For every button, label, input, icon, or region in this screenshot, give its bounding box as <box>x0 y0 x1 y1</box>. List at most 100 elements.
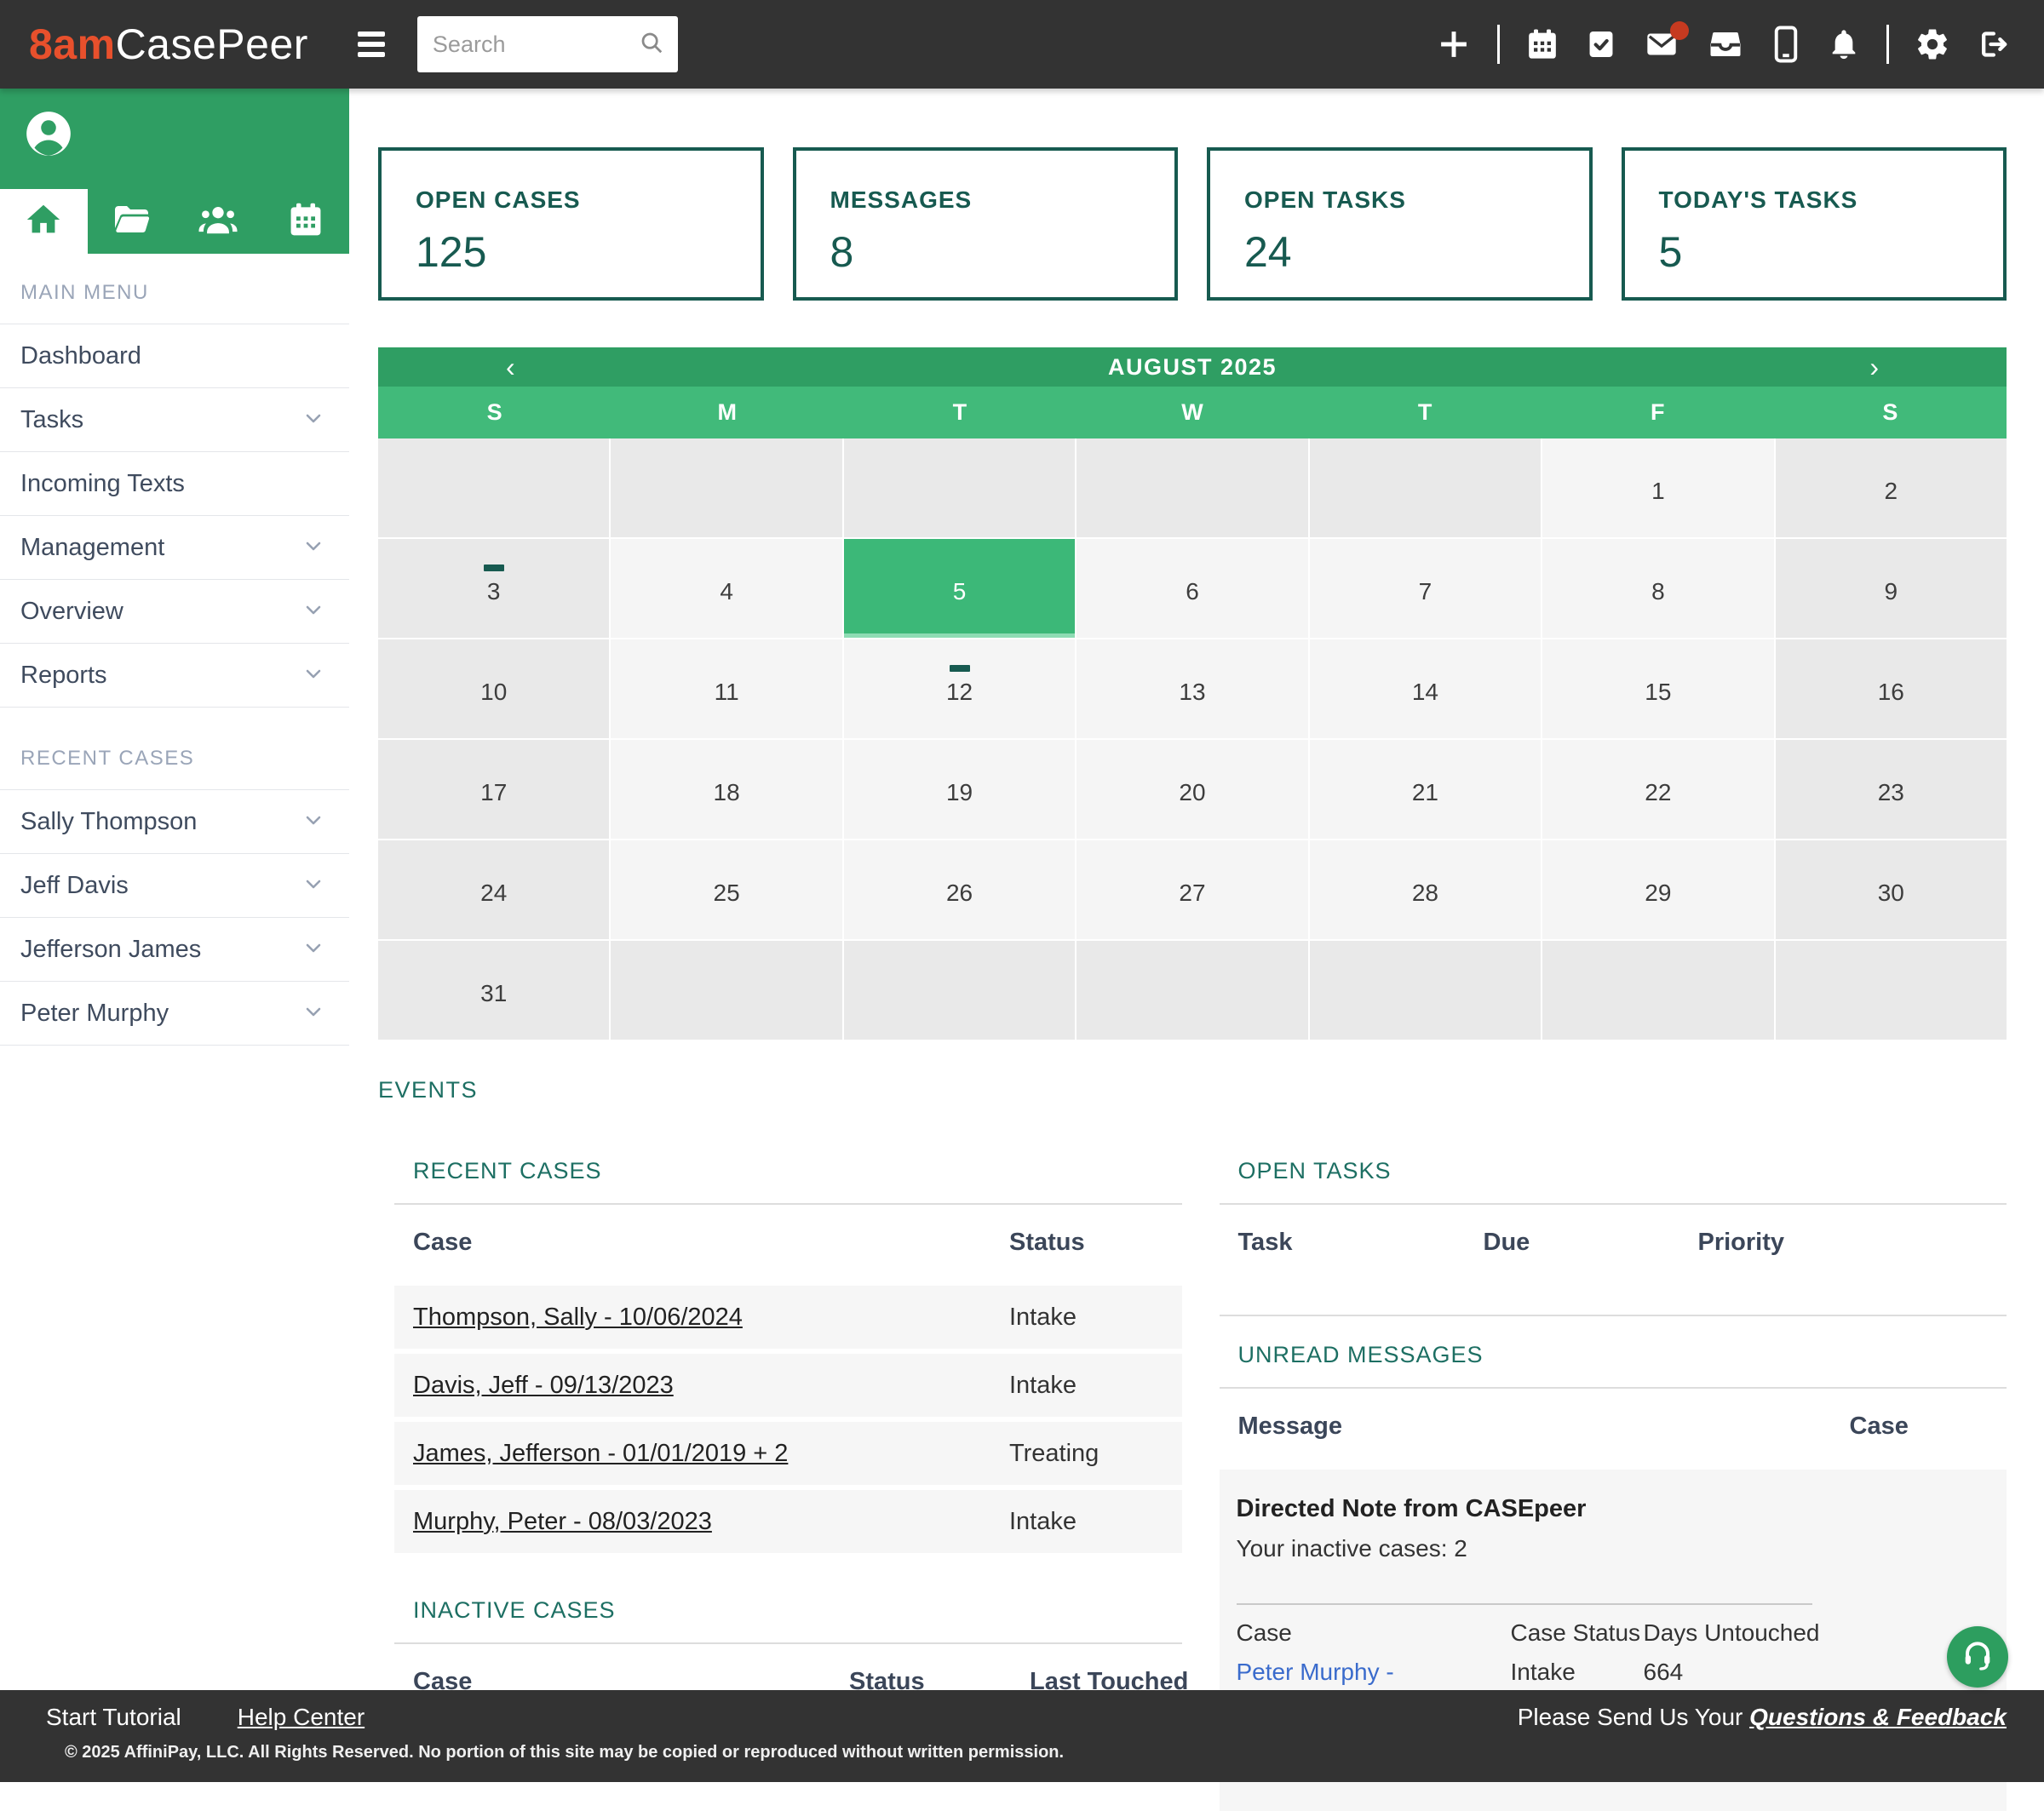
people-icon <box>197 198 239 245</box>
calendar-day-1[interactable]: 1 <box>1542 438 1773 537</box>
calendar-day-18[interactable]: 18 <box>611 740 841 839</box>
sidebar-case-peter-murphy[interactable]: Peter Murphy <box>0 982 349 1046</box>
calendar-day-12[interactable]: 12 <box>844 639 1075 738</box>
calendar-day-13[interactable]: 13 <box>1077 639 1307 738</box>
calendar-day-7[interactable]: 7 <box>1310 539 1541 638</box>
calendar-day-26[interactable]: 26 <box>844 840 1075 939</box>
mini-column-header-case: Case <box>1237 1613 1511 1653</box>
case-link[interactable]: Davis, Jeff - 09/13/2023 <box>413 1372 674 1399</box>
calendar-day-24[interactable]: 24 <box>378 840 609 939</box>
table-row: Thompson, Sally - 10/06/2024Intake <box>394 1286 1182 1349</box>
sidebar-item-label: Sally Thompson <box>20 808 303 836</box>
calendar-day-11[interactable]: 11 <box>611 639 841 738</box>
calendar-day-22[interactable]: 22 <box>1542 740 1773 839</box>
start-tutorial-link[interactable]: Start Tutorial <box>46 1704 181 1731</box>
case-link[interactable]: Thompson, Sally - 10/06/2024 <box>413 1304 743 1331</box>
case-cell: Murphy, Peter - 08/03/2023 <box>413 1508 1009 1536</box>
calendar-day-17[interactable]: 17 <box>378 740 609 839</box>
sidebar-item-dashboard[interactable]: Dashboard <box>0 324 349 388</box>
calendar-empty-cell <box>1077 941 1307 1040</box>
message-body: Your inactive cases: 2 <box>1237 1535 1990 1562</box>
bell-icon[interactable] <box>1827 27 1861 61</box>
hamburger-menu-icon[interactable] <box>358 26 385 62</box>
calendar-day-number: 15 <box>1645 679 1671 706</box>
inbox-icon[interactable] <box>1706 26 1745 62</box>
task-check-icon[interactable] <box>1585 28 1617 60</box>
calendar-day-27[interactable]: 27 <box>1077 840 1307 939</box>
search-input[interactable] <box>431 31 639 59</box>
app-logo[interactable]: 8amCasePeer <box>29 20 308 69</box>
support-chat-button[interactable] <box>1947 1626 2008 1688</box>
sidebar-case-sally-thompson[interactable]: Sally Thompson <box>0 789 349 854</box>
sidebar-item-management[interactable]: Management <box>0 516 349 580</box>
sidebar-case-jeff-davis[interactable]: Jeff Davis <box>0 854 349 918</box>
tab-home[interactable] <box>0 189 88 254</box>
calendar-day-20[interactable]: 20 <box>1077 740 1307 839</box>
column-header-case: Case <box>1850 1413 1909 1441</box>
calendar-day-5[interactable]: 5 <box>844 539 1075 638</box>
calendar-day-headers: SMTWTFS <box>378 387 2007 438</box>
column-header-status: Status <box>1009 1229 1085 1257</box>
search-box[interactable] <box>417 16 678 72</box>
calendar-day-23[interactable]: 23 <box>1776 740 2007 839</box>
status-cell: Intake <box>1009 1372 1077 1400</box>
calendar-day-2[interactable]: 2 <box>1776 438 2007 537</box>
stat-card-open-cases[interactable]: OPEN CASES125 <box>378 147 764 301</box>
case-link[interactable]: James, Jefferson - 01/01/2019 + 2 <box>413 1440 788 1467</box>
stat-card-open-tasks[interactable]: OPEN TASKS24 <box>1207 147 1593 301</box>
calendar-day-19[interactable]: 19 <box>844 740 1075 839</box>
tab-contacts[interactable] <box>175 189 262 254</box>
questions-feedback-link[interactable]: Questions & Feedback <box>1749 1704 2007 1730</box>
column-header-case: Case <box>413 1229 1009 1257</box>
calendar-day-21[interactable]: 21 <box>1310 740 1541 839</box>
plus-icon[interactable] <box>1436 26 1472 62</box>
recent-cases-table-header: CaseStatus <box>394 1205 1182 1286</box>
case-link[interactable]: Murphy, Peter - 08/03/2023 <box>413 1508 712 1535</box>
calendar-prev-icon[interactable]: ‹ <box>499 353 522 381</box>
tab-calendar[interactable] <box>262 189 350 254</box>
calendar-day-10[interactable]: 10 <box>378 639 609 738</box>
calendar-day-25[interactable]: 25 <box>611 840 841 939</box>
calendar-day-29[interactable]: 29 <box>1542 840 1773 939</box>
sidebar-item-label: Management <box>20 534 303 562</box>
chevron-down-icon <box>303 408 324 433</box>
sidebar-case-jefferson-james[interactable]: Jefferson James <box>0 918 349 982</box>
calendar-day-15[interactable]: 15 <box>1542 639 1773 738</box>
calendar-day-14[interactable]: 14 <box>1310 639 1541 738</box>
mail-icon[interactable] <box>1643 27 1680 61</box>
help-center-link[interactable]: Help Center <box>238 1704 365 1731</box>
calendar-day-9[interactable]: 9 <box>1776 539 2007 638</box>
calendar-icon <box>287 201 324 243</box>
sidebar-item-incoming-texts[interactable]: Incoming Texts <box>0 452 349 516</box>
sidebar-item-overview[interactable]: Overview <box>0 580 349 644</box>
calendar-day-3[interactable]: 3 <box>378 539 609 638</box>
logo-prefix: 8am <box>29 20 116 68</box>
calendar-day-number: 22 <box>1645 779 1671 806</box>
tab-cases[interactable] <box>88 189 175 254</box>
calendar-day-28[interactable]: 28 <box>1310 840 1541 939</box>
calendar-empty-cell <box>1077 438 1307 537</box>
user-avatar-icon[interactable] <box>22 107 75 160</box>
calendar-day-4[interactable]: 4 <box>611 539 841 638</box>
calendar-day-16[interactable]: 16 <box>1776 639 2007 738</box>
stat-card-messages[interactable]: MESSAGES8 <box>793 147 1179 301</box>
calendar-day-6[interactable]: 6 <box>1077 539 1307 638</box>
sidebar-item-tasks[interactable]: Tasks <box>0 388 349 452</box>
calendar-day-8[interactable]: 8 <box>1542 539 1773 638</box>
calendar-day-number: 7 <box>1419 578 1433 605</box>
sidebar-item-reports[interactable]: Reports <box>0 644 349 708</box>
calendar-day-number: 13 <box>1179 679 1205 706</box>
phone-icon[interactable] <box>1771 25 1801 64</box>
stat-card-today-s-tasks[interactable]: TODAY'S TASKS5 <box>1622 147 2007 301</box>
calendar-header: ‹ AUGUST 2025 › <box>378 347 2007 387</box>
calendar-day-31[interactable]: 31 <box>378 941 609 1040</box>
calendar-day-30[interactable]: 30 <box>1776 840 2007 939</box>
signout-icon[interactable] <box>1976 27 2010 61</box>
calendar-day-number: 4 <box>720 578 733 605</box>
calendar-icon[interactable] <box>1525 27 1559 61</box>
calendar-day-number: 11 <box>715 679 739 706</box>
column-header-due: Due <box>1484 1229 1698 1257</box>
calendar-next-icon[interactable]: › <box>1863 353 1886 381</box>
search-icon[interactable] <box>639 30 664 60</box>
gear-icon[interactable] <box>1915 26 1950 62</box>
